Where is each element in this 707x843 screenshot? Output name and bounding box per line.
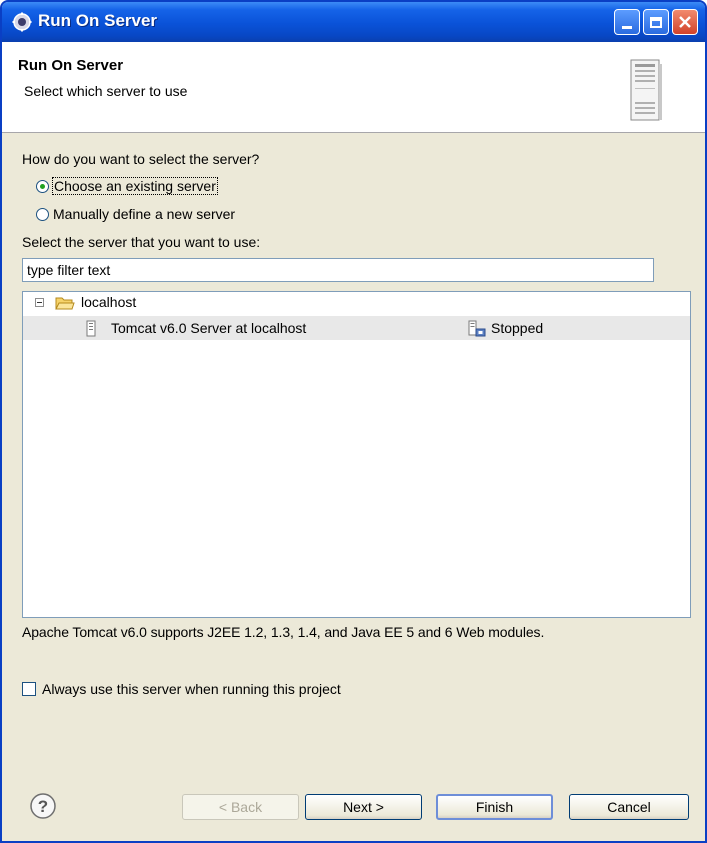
host-label: localhost	[81, 294, 137, 310]
manual-define-radio[interactable]	[36, 207, 49, 221]
always-use-checkbox[interactable]	[22, 682, 36, 696]
server-filter-input[interactable]	[22, 258, 654, 282]
maximize-button[interactable]	[643, 9, 669, 35]
wizard-header: Run On Server Select which server to use	[2, 42, 705, 133]
select-server-label: Select the server that you want to use:	[22, 234, 261, 250]
choose-existing-radio[interactable]	[36, 179, 49, 193]
cancel-button[interactable]: Cancel	[569, 794, 689, 820]
collapse-icon[interactable]	[35, 298, 44, 307]
maximize-icon	[650, 16, 662, 28]
manual-define-radio-row[interactable]: Manually define a new server	[36, 206, 235, 222]
help-icon[interactable]: ?	[29, 792, 57, 820]
choose-existing-radio-row[interactable]: Choose an existing server	[36, 177, 218, 195]
always-use-row[interactable]: Always use this server when running this…	[22, 681, 341, 697]
always-use-label[interactable]: Always use this server when running this…	[42, 681, 341, 697]
server-description: Apache Tomcat v6.0 supports J2EE 1.2, 1.…	[22, 624, 545, 640]
header-title: Run On Server	[18, 57, 124, 74]
close-icon	[679, 16, 691, 28]
minimize-icon	[622, 25, 632, 29]
tree-node-server[interactable]: Tomcat v6.0 Server at localhost Stopped	[23, 316, 690, 340]
selection-prompt: How do you want to select the server?	[22, 151, 260, 167]
back-button[interactable]: < Back	[182, 794, 299, 820]
close-button[interactable]	[672, 9, 698, 35]
server-icon	[630, 59, 662, 121]
tree-node-host[interactable]: localhost	[23, 292, 690, 314]
server-stopped-icon	[468, 320, 486, 337]
title-bar[interactable]: Run On Server	[2, 2, 705, 42]
svg-text:?: ?	[38, 797, 48, 816]
next-button[interactable]: Next >	[305, 794, 422, 820]
header-subtitle: Select which server to use	[24, 83, 188, 99]
server-small-icon	[86, 320, 96, 337]
choose-existing-label[interactable]: Choose an existing server	[52, 177, 218, 195]
finish-button[interactable]: Finish	[436, 794, 553, 820]
manual-define-label[interactable]: Manually define a new server	[53, 206, 235, 222]
folder-open-icon	[55, 297, 75, 310]
window-title: Run On Server	[38, 11, 158, 30]
minimize-button[interactable]	[614, 9, 640, 35]
server-status: Stopped	[491, 320, 544, 336]
server-name: Tomcat v6.0 Server at localhost	[111, 320, 307, 336]
run-on-server-dialog: Run On Server Run On Server Select which…	[0, 0, 707, 843]
server-tree[interactable]: localhost Tomcat v6.0 Server at localhos…	[22, 291, 691, 618]
eclipse-gear-icon	[12, 12, 32, 32]
